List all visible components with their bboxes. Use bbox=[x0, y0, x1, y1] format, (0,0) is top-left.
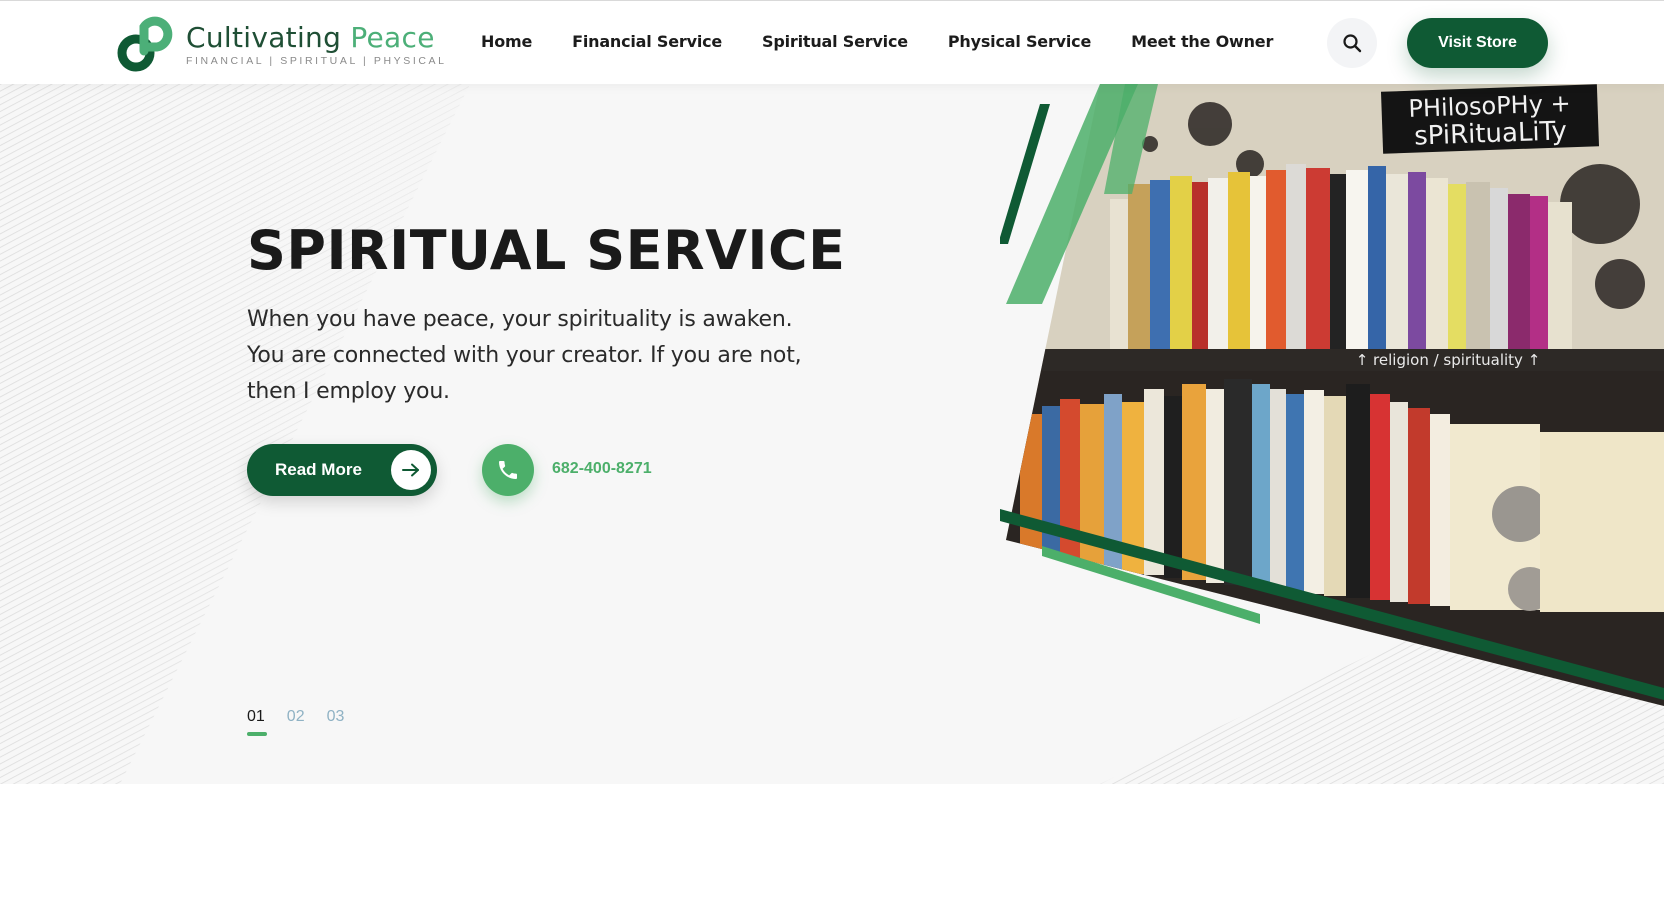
phone-number[interactable]: 682-400-8271 bbox=[552, 460, 652, 478]
bookshelf-image: PHilosoPHy + sPiRituaLiTy ↑ religion / s… bbox=[1000, 84, 1664, 706]
main-nav: Home Financial Service Spiritual Service… bbox=[481, 32, 1273, 51]
hero-title: SPIRITUAL SERVICE bbox=[247, 219, 846, 282]
nav-meet-the-owner[interactable]: Meet the Owner bbox=[1131, 32, 1273, 51]
nav-spiritual-service[interactable]: Spiritual Service bbox=[762, 32, 908, 51]
hero-description: When you have peace, your spirituality i… bbox=[247, 307, 802, 404]
phone-icon bbox=[499, 461, 517, 479]
svg-text:sPiRituaLiTy: sPiRituaLiTy bbox=[1414, 116, 1568, 151]
phone-call-button[interactable] bbox=[482, 444, 534, 496]
search-button[interactable] bbox=[1327, 18, 1377, 68]
arrow-right-icon bbox=[391, 450, 431, 490]
nav-home[interactable]: Home bbox=[481, 32, 532, 51]
pager-item-01[interactable]: 01 bbox=[247, 708, 267, 736]
logo-name: Cultivating Peace bbox=[186, 21, 435, 54]
logo-mark-icon bbox=[117, 16, 173, 72]
visit-store-button[interactable]: Visit Store bbox=[1407, 18, 1548, 68]
read-more-label: Read More bbox=[275, 460, 362, 479]
logo[interactable]: Cultivating Peace FINANCIAL | SPIRITUAL … bbox=[114, 13, 447, 75]
site-header: Cultivating Peace FINANCIAL | SPIRITUAL … bbox=[0, 0, 1664, 84]
hero-slider: SPIRITUAL SERVICE When you have peace, y… bbox=[0, 84, 1664, 784]
sign-shelf-text: ↑ religion / spirituality ↑ bbox=[1356, 351, 1541, 369]
nav-physical-service[interactable]: Physical Service bbox=[948, 32, 1091, 51]
search-icon bbox=[1343, 34, 1362, 53]
slider-pager: 01 02 03 bbox=[247, 708, 345, 736]
nav-financial-service[interactable]: Financial Service bbox=[572, 32, 722, 51]
read-more-button[interactable]: Read More bbox=[247, 444, 437, 496]
logo-tagline: FINANCIAL | SPIRITUAL | PHYSICAL bbox=[186, 55, 447, 67]
pager-item-03[interactable]: 03 bbox=[327, 708, 345, 726]
pager-item-02[interactable]: 02 bbox=[287, 708, 305, 726]
